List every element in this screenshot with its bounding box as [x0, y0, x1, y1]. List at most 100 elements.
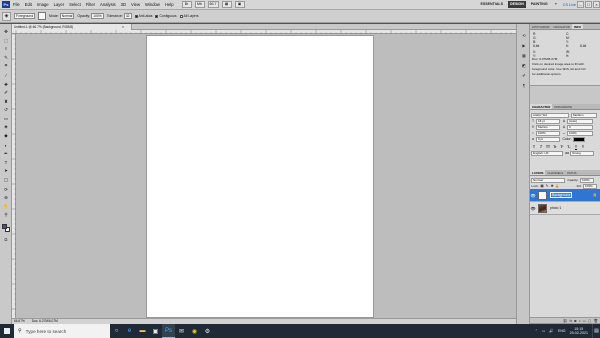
font-size-input[interactable]: 18 pt	[536, 118, 560, 124]
history-brush-tool-icon[interactable]: ↺	[2, 106, 10, 113]
workspace-painting[interactable]: PAINTING	[529, 1, 550, 8]
all-layers-checkbox[interactable]: All Layers	[179, 14, 199, 18]
dodge-tool-icon[interactable]: ◐	[2, 142, 10, 149]
menu-edit[interactable]: Edit	[25, 2, 32, 7]
language-indicator[interactable]: ENG	[558, 329, 566, 333]
link-layers-icon[interactable]: ⛓	[563, 319, 568, 323]
move-tool-icon[interactable]: ✥	[2, 28, 10, 35]
arrange-documents-button[interactable]: ▦	[221, 1, 232, 8]
underline-button[interactable]: T	[573, 145, 579, 150]
taskbar-clock[interactable]: 15:15 29-02-2021	[570, 327, 588, 335]
brushes-icon[interactable]: ✐	[520, 72, 528, 79]
tab-character[interactable]: CHARACTER	[530, 104, 553, 109]
photoshop-icon[interactable]: Ps	[162, 324, 175, 338]
faux-italic-button[interactable]: T	[538, 145, 544, 150]
new-layer-icon[interactable]: ▢	[588, 319, 591, 323]
tab-info[interactable]: INFO	[572, 24, 583, 29]
trash-icon[interactable]: 🗑	[593, 319, 598, 323]
menu-select[interactable]: Select	[69, 2, 81, 7]
tab-histogram[interactable]: HISTOGRAM	[530, 24, 551, 29]
paint-bucket-preset-icon[interactable]: ◈	[2, 11, 11, 21]
pen-tool-icon[interactable]: ✒	[2, 150, 10, 157]
contiguous-checkbox[interactable]: Contiguous	[155, 14, 177, 18]
faux-bold-button[interactable]: T	[531, 145, 537, 150]
history-icon[interactable]: ⟲	[520, 32, 528, 39]
tab-channels[interactable]: CHANNELS	[545, 170, 565, 175]
fx-icon[interactable]: fx	[569, 319, 572, 323]
add-mask-icon[interactable]: ◙	[574, 319, 576, 323]
tray-chevron-icon[interactable]: ⌃	[535, 329, 538, 333]
subscript-button[interactable]: T₁	[566, 145, 572, 150]
eraser-tool-icon[interactable]: ▭	[2, 115, 10, 122]
file-explorer-icon[interactable]: ▬	[136, 324, 149, 338]
path-select-tool-icon[interactable]: ➤	[2, 167, 10, 174]
launch-bridge-button[interactable]: Br	[181, 1, 192, 8]
mode-select[interactable]: Normal	[59, 13, 75, 19]
taskbar-search-box[interactable]: ⚲ Type here to search	[14, 324, 110, 338]
clone-stamp-tool-icon[interactable]: ♜	[2, 98, 10, 105]
quick-mask-icon[interactable]: ◘	[2, 236, 10, 243]
strikethrough-button[interactable]: Ŧ	[580, 145, 586, 150]
pattern-swatch[interactable]	[38, 12, 47, 20]
menu-3d[interactable]: 3D	[121, 2, 126, 7]
start-button[interactable]	[0, 324, 14, 338]
crop-tool-icon[interactable]: ⌗	[2, 62, 10, 69]
brush-tool-icon[interactable]: ✐	[2, 89, 10, 96]
edge-icon[interactable]: e	[123, 324, 136, 338]
chrome-icon[interactable]: ◉	[188, 324, 201, 338]
menu-help[interactable]: Help	[165, 2, 174, 7]
lock-transparent-icon[interactable]: ▦	[540, 184, 544, 188]
mail-icon[interactable]: ✉	[175, 324, 188, 338]
color-swatches[interactable]	[2, 223, 10, 232]
tracking-input[interactable]: 0	[567, 124, 593, 130]
visibility-eye-icon[interactable]: 👁	[530, 206, 536, 211]
quick-select-tool-icon[interactable]: ✎	[2, 54, 10, 61]
cs-live-button[interactable]: CS Live	[563, 3, 576, 7]
opacity-input[interactable]: 100%	[91, 13, 104, 19]
3d-rotate-tool-icon[interactable]: ⟳	[2, 186, 10, 193]
menu-analysis[interactable]: Analysis	[100, 2, 116, 7]
antialias-select[interactable]: Strong	[570, 150, 594, 156]
volume-icon[interactable]: 🔊	[549, 329, 553, 333]
baseline-shift-input[interactable]: 0 pt	[536, 136, 560, 142]
text-color-swatch[interactable]	[573, 136, 585, 142]
layer-row-background[interactable]: 👁 Background 🔒	[530, 189, 600, 202]
menu-file[interactable]: File	[13, 2, 20, 7]
tolerance-input[interactable]: 32	[123, 13, 132, 19]
paragraph-icon[interactable]: ¶	[520, 82, 528, 89]
3d-orbit-tool-icon[interactable]: ⊛	[2, 194, 10, 201]
store-icon[interactable]: ▣	[149, 324, 162, 338]
hand-tool-icon[interactable]: ✋	[2, 203, 10, 210]
settings-icon[interactable]: ⚙	[201, 324, 214, 338]
tab-paragraph[interactable]: PARAGRAPH	[552, 104, 574, 109]
foreground-color-swatch[interactable]	[2, 223, 7, 229]
minimize-button[interactable]: –	[577, 1, 584, 8]
marquee-tool-icon[interactable]: ⬚	[2, 37, 10, 44]
shape-tool-icon[interactable]: ▢	[2, 176, 10, 183]
workspace-design[interactable]: DESIGN	[508, 1, 526, 8]
document-canvas[interactable]	[147, 36, 373, 317]
healing-brush-tool-icon[interactable]: ✚	[2, 81, 10, 88]
lasso-tool-icon[interactable]: ℓ	[2, 45, 10, 52]
anti-alias-checkbox-box[interactable]	[134, 14, 138, 18]
all-layers-checkbox-box[interactable]	[179, 14, 183, 18]
leading-input[interactable]: (Auto)	[567, 118, 593, 124]
menu-window[interactable]: Window	[145, 2, 160, 7]
font-family-select[interactable]: Arabic Std	[531, 112, 569, 118]
new-group-icon[interactable]: ▭	[583, 319, 586, 323]
horizontal-scale-input[interactable]: 100%	[567, 130, 593, 136]
menu-view[interactable]: View	[131, 2, 140, 7]
anti-alias-checkbox[interactable]: Anti-alias	[134, 14, 152, 18]
launch-minibridge-button[interactable]: Mb	[194, 1, 205, 8]
workspace-more-button[interactable]: »	[553, 1, 559, 8]
lock-position-icon[interactable]: ✥	[550, 184, 554, 188]
superscript-button[interactable]: T¹	[559, 145, 565, 150]
font-style-select[interactable]: Medium	[571, 112, 597, 118]
fill-source-select[interactable]: Foreground	[14, 13, 36, 19]
fill-input[interactable]: 100%	[583, 183, 597, 189]
contiguous-checkbox-box[interactable]	[155, 14, 159, 18]
actions-icon[interactable]: ▶	[520, 42, 528, 49]
all-caps-button[interactable]: TT	[545, 145, 551, 150]
small-caps-button[interactable]: Tr	[552, 145, 558, 150]
swatches-icon[interactable]: ▦	[520, 52, 528, 59]
